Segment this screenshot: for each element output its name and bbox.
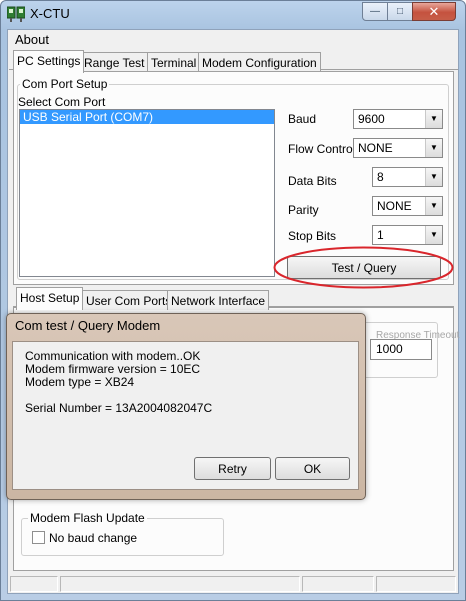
chevron-down-icon[interactable]: ▼ <box>425 226 442 244</box>
app-icon <box>6 6 26 22</box>
data-bits-select[interactable]: 8 ▼ <box>372 167 443 187</box>
status-panel <box>376 576 456 592</box>
com-port-setup-label: Com Port Setup <box>20 77 110 91</box>
tab-terminal[interactable]: Terminal <box>147 52 201 72</box>
close-icon: ✕ <box>428 3 440 19</box>
ok-button[interactable]: OK <box>275 457 350 480</box>
menu-bar <box>8 30 458 48</box>
status-panel <box>302 576 374 592</box>
retry-button[interactable]: Retry <box>194 457 271 480</box>
minimize-icon: — <box>370 6 380 17</box>
flow-control-value: NONE <box>358 141 393 155</box>
parity-select[interactable]: NONE ▼ <box>372 196 443 216</box>
maximize-button[interactable]: □ <box>387 2 413 21</box>
list-item[interactable]: USB Serial Port (COM7) <box>20 110 274 124</box>
highlight-ellipse <box>273 246 454 289</box>
dialog-message-line: Modem firmware version = 10EC <box>25 362 201 376</box>
baud-select[interactable]: 9600 ▼ <box>353 109 443 129</box>
chevron-down-icon[interactable]: ▼ <box>425 139 442 157</box>
timeout-input[interactable]: 1000 <box>370 339 432 360</box>
parity-value: NONE <box>377 199 412 213</box>
status-panel <box>10 576 58 592</box>
window-title: X-CTU <box>30 6 70 21</box>
menu-about[interactable]: About <box>15 32 49 47</box>
tab-pc-settings[interactable]: PC Settings <box>13 50 85 73</box>
tab-range-test[interactable]: Range Test <box>80 52 149 72</box>
stop-bits-select[interactable]: 1 ▼ <box>372 225 443 245</box>
tab-host-setup[interactable]: Host Setup <box>16 287 84 310</box>
chevron-down-icon[interactable]: ▼ <box>425 197 442 215</box>
flow-control-label: Flow Control <box>288 142 356 156</box>
com-port-list[interactable] <box>19 109 275 277</box>
minimize-button[interactable]: — <box>362 2 388 21</box>
select-com-port-label: Select Com Port <box>18 95 106 109</box>
baud-value: 9600 <box>358 112 385 126</box>
stop-bits-value: 1 <box>377 228 384 242</box>
dialog-message-line: Serial Number = 13A2004082047C <box>25 401 213 415</box>
chevron-down-icon[interactable]: ▼ <box>425 110 442 128</box>
dialog-message-line: Modem type = XB24 <box>25 375 135 389</box>
tab-user-com-ports[interactable]: User Com Ports <box>82 290 176 310</box>
no-baud-change-label[interactable]: No baud change <box>49 531 137 545</box>
close-button[interactable]: ✕ <box>412 2 456 21</box>
flow-control-select[interactable]: NONE ▼ <box>353 138 443 158</box>
baud-label: Baud <box>288 112 317 126</box>
chevron-down-icon[interactable]: ▼ <box>425 168 442 186</box>
data-bits-value: 8 <box>377 170 384 184</box>
status-panel <box>60 576 300 592</box>
dialog-title: Com test / Query Modem <box>15 318 161 333</box>
no-baud-change-checkbox[interactable] <box>32 531 45 544</box>
modem-flash-update-label: Modem Flash Update <box>28 511 147 525</box>
stop-bits-label: Stop Bits <box>288 229 337 243</box>
data-bits-label: Data Bits <box>288 174 337 188</box>
dialog-message-line: Communication with modem..OK <box>25 349 201 363</box>
tab-modem-configuration[interactable]: Modem Configuration <box>198 52 321 72</box>
tab-network-interface[interactable]: Network Interface <box>167 290 270 310</box>
parity-label: Parity <box>288 203 319 217</box>
maximize-icon: □ <box>396 6 404 17</box>
